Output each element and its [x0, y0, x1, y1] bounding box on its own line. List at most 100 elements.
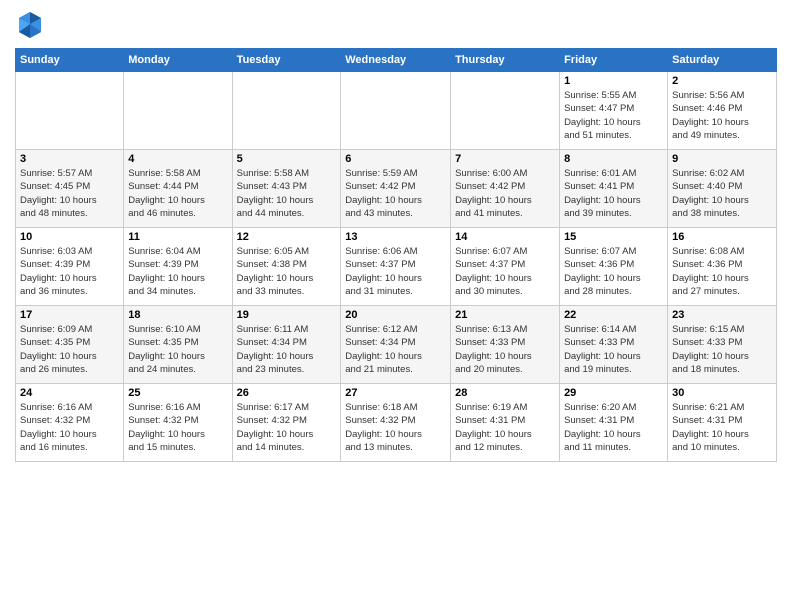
day-info: Sunrise: 5:56 AM Sunset: 4:46 PM Dayligh… [672, 89, 772, 142]
day-number: 18 [128, 309, 227, 321]
day-number: 23 [672, 309, 772, 321]
calendar-cell: 3 Sunrise: 5:57 AM Sunset: 4:45 PM Daylig… [16, 150, 124, 228]
calendar-cell: 17 Sunrise: 6:09 AM Sunset: 4:35 PM Dayli… [16, 306, 124, 384]
day-info: Sunrise: 6:06 AM Sunset: 4:37 PM Dayligh… [345, 245, 446, 298]
day-number: 10 [20, 231, 119, 243]
calendar-cell: 21 Sunrise: 6:13 AM Sunset: 4:33 PM Dayli… [451, 306, 560, 384]
day-number: 2 [672, 75, 772, 87]
calendar-cell: 8 Sunrise: 6:01 AM Sunset: 4:41 PM Daylig… [560, 150, 668, 228]
day-number: 25 [128, 387, 227, 399]
day-number: 29 [564, 387, 663, 399]
day-number: 6 [345, 153, 446, 165]
day-info: Sunrise: 6:08 AM Sunset: 4:36 PM Dayligh… [672, 245, 772, 298]
calendar-cell: 29 Sunrise: 6:20 AM Sunset: 4:31 PM Dayli… [560, 384, 668, 462]
calendar-cell [16, 72, 124, 150]
calendar-cell: 18 Sunrise: 6:10 AM Sunset: 4:35 PM Dayli… [124, 306, 232, 384]
logo [15, 10, 49, 40]
weekday-header-sunday: Sunday [16, 49, 124, 72]
weekday-header-thursday: Thursday [451, 49, 560, 72]
calendar-cell: 5 Sunrise: 5:58 AM Sunset: 4:43 PM Daylig… [232, 150, 341, 228]
weekday-header-saturday: Saturday [668, 49, 777, 72]
day-info: Sunrise: 6:12 AM Sunset: 4:34 PM Dayligh… [345, 323, 446, 376]
day-info: Sunrise: 5:58 AM Sunset: 4:44 PM Dayligh… [128, 167, 227, 220]
day-info: Sunrise: 6:17 AM Sunset: 4:32 PM Dayligh… [237, 401, 337, 454]
calendar-cell: 7 Sunrise: 6:00 AM Sunset: 4:42 PM Daylig… [451, 150, 560, 228]
day-number: 13 [345, 231, 446, 243]
calendar-cell: 10Sunrise: 6:03 AM Sunset: 4:39 PM Dayli… [16, 228, 124, 306]
day-number: 17 [20, 309, 119, 321]
calendar-cell [341, 72, 451, 150]
calendar-cell: 27 Sunrise: 6:18 AM Sunset: 4:32 PM Dayli… [341, 384, 451, 462]
day-info: Sunrise: 6:00 AM Sunset: 4:42 PM Dayligh… [455, 167, 555, 220]
weekday-header-row: SundayMondayTuesdayWednesdayThursdayFrid… [16, 49, 777, 72]
day-number: 7 [455, 153, 555, 165]
calendar-cell [232, 72, 341, 150]
weekday-header-monday: Monday [124, 49, 232, 72]
calendar-cell: 24 Sunrise: 6:16 AM Sunset: 4:32 PM Dayli… [16, 384, 124, 462]
calendar-cell: 25 Sunrise: 6:16 AM Sunset: 4:32 PM Dayli… [124, 384, 232, 462]
header [15, 10, 777, 40]
day-number: 19 [237, 309, 337, 321]
calendar-week-row: 17 Sunrise: 6:09 AM Sunset: 4:35 PM Dayli… [16, 306, 777, 384]
calendar-week-row: 10Sunrise: 6:03 AM Sunset: 4:39 PM Dayli… [16, 228, 777, 306]
calendar-cell: 15 Sunrise: 6:07 AM Sunset: 4:36 PM Dayli… [560, 228, 668, 306]
calendar-cell: 1Sunrise: 5:55 AM Sunset: 4:47 PM Daylig… [560, 72, 668, 150]
calendar-cell: 6 Sunrise: 5:59 AM Sunset: 4:42 PM Daylig… [341, 150, 451, 228]
day-info: Sunrise: 6:11 AM Sunset: 4:34 PM Dayligh… [237, 323, 337, 376]
day-info: Sunrise: 6:16 AM Sunset: 4:32 PM Dayligh… [20, 401, 119, 454]
day-info: Sunrise: 6:14 AM Sunset: 4:33 PM Dayligh… [564, 323, 663, 376]
day-info: Sunrise: 6:20 AM Sunset: 4:31 PM Dayligh… [564, 401, 663, 454]
day-info: Sunrise: 6:18 AM Sunset: 4:32 PM Dayligh… [345, 401, 446, 454]
calendar-cell: 12 Sunrise: 6:05 AM Sunset: 4:38 PM Dayli… [232, 228, 341, 306]
calendar-week-row: 24 Sunrise: 6:16 AM Sunset: 4:32 PM Dayli… [16, 384, 777, 462]
calendar-cell: 11Sunrise: 6:04 AM Sunset: 4:39 PM Dayli… [124, 228, 232, 306]
day-number: 5 [237, 153, 337, 165]
day-number: 3 [20, 153, 119, 165]
day-number: 8 [564, 153, 663, 165]
day-info: Sunrise: 6:16 AM Sunset: 4:32 PM Dayligh… [128, 401, 227, 454]
day-info: Sunrise: 6:15 AM Sunset: 4:33 PM Dayligh… [672, 323, 772, 376]
day-number: 28 [455, 387, 555, 399]
day-info: Sunrise: 6:10 AM Sunset: 4:35 PM Dayligh… [128, 323, 227, 376]
day-number: 16 [672, 231, 772, 243]
day-info: Sunrise: 6:13 AM Sunset: 4:33 PM Dayligh… [455, 323, 555, 376]
calendar-cell: 28 Sunrise: 6:19 AM Sunset: 4:31 PM Dayli… [451, 384, 560, 462]
main-container: SundayMondayTuesdayWednesdayThursdayFrid… [0, 0, 792, 472]
day-number: 11 [128, 231, 227, 243]
day-number: 15 [564, 231, 663, 243]
day-number: 14 [455, 231, 555, 243]
day-number: 21 [455, 309, 555, 321]
weekday-header-friday: Friday [560, 49, 668, 72]
weekday-header-tuesday: Tuesday [232, 49, 341, 72]
day-info: Sunrise: 6:19 AM Sunset: 4:31 PM Dayligh… [455, 401, 555, 454]
day-number: 24 [20, 387, 119, 399]
day-number: 30 [672, 387, 772, 399]
day-number: 4 [128, 153, 227, 165]
day-info: Sunrise: 5:57 AM Sunset: 4:45 PM Dayligh… [20, 167, 119, 220]
calendar-cell [451, 72, 560, 150]
day-number: 20 [345, 309, 446, 321]
day-number: 12 [237, 231, 337, 243]
calendar-cell: 22Sunrise: 6:14 AM Sunset: 4:33 PM Dayli… [560, 306, 668, 384]
calendar-cell: 14 Sunrise: 6:07 AM Sunset: 4:37 PM Dayli… [451, 228, 560, 306]
weekday-header-wednesday: Wednesday [341, 49, 451, 72]
day-number: 26 [237, 387, 337, 399]
day-number: 1 [564, 75, 663, 87]
calendar-cell: 26 Sunrise: 6:17 AM Sunset: 4:32 PM Dayli… [232, 384, 341, 462]
day-info: Sunrise: 5:59 AM Sunset: 4:42 PM Dayligh… [345, 167, 446, 220]
day-info: Sunrise: 6:07 AM Sunset: 4:36 PM Dayligh… [564, 245, 663, 298]
day-info: Sunrise: 6:01 AM Sunset: 4:41 PM Dayligh… [564, 167, 663, 220]
calendar-cell: 23 Sunrise: 6:15 AM Sunset: 4:33 PM Dayli… [668, 306, 777, 384]
calendar-cell: 9 Sunrise: 6:02 AM Sunset: 4:40 PM Daylig… [668, 150, 777, 228]
day-info: Sunrise: 6:09 AM Sunset: 4:35 PM Dayligh… [20, 323, 119, 376]
calendar-cell: 16 Sunrise: 6:08 AM Sunset: 4:36 PM Dayli… [668, 228, 777, 306]
day-info: Sunrise: 6:02 AM Sunset: 4:40 PM Dayligh… [672, 167, 772, 220]
day-info: Sunrise: 6:05 AM Sunset: 4:38 PM Dayligh… [237, 245, 337, 298]
calendar-cell: 2 Sunrise: 5:56 AM Sunset: 4:46 PM Daylig… [668, 72, 777, 150]
day-number: 27 [345, 387, 446, 399]
day-info: Sunrise: 6:07 AM Sunset: 4:37 PM Dayligh… [455, 245, 555, 298]
day-info: Sunrise: 6:21 AM Sunset: 4:31 PM Dayligh… [672, 401, 772, 454]
calendar-table: SundayMondayTuesdayWednesdayThursdayFrid… [15, 48, 777, 462]
day-info: Sunrise: 5:58 AM Sunset: 4:43 PM Dayligh… [237, 167, 337, 220]
day-number: 9 [672, 153, 772, 165]
